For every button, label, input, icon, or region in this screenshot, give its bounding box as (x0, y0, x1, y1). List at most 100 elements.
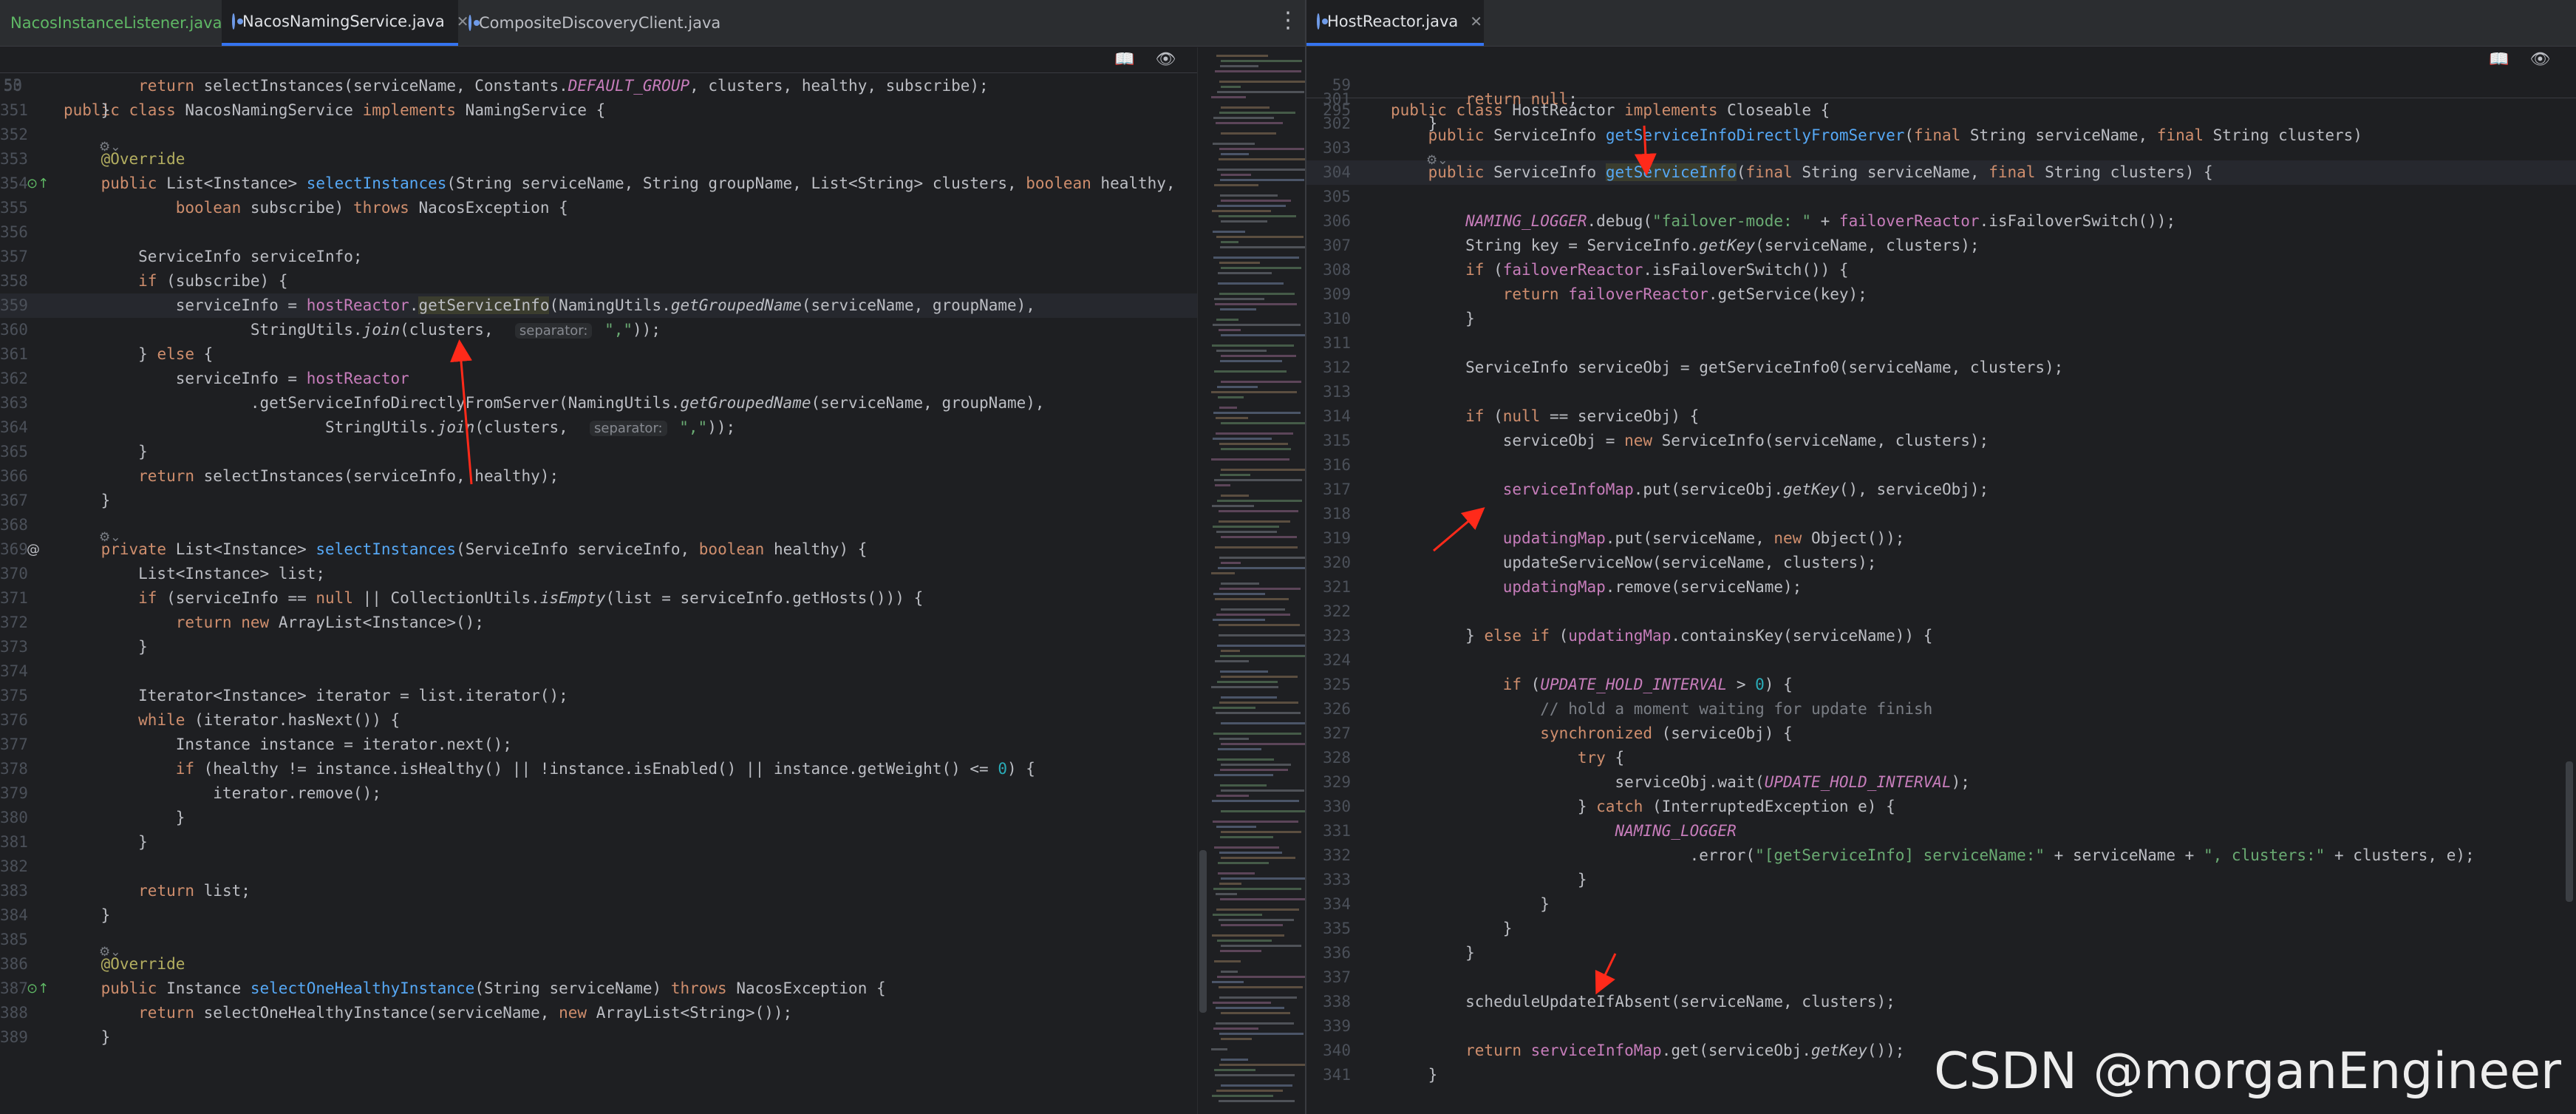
line-number[interactable]: 307 (1306, 234, 1351, 258)
line-number[interactable]: 317 (1306, 478, 1351, 502)
line-number[interactable]: 385 (0, 928, 28, 952)
code-line[interactable]: 377 Instance instance = iterator.next(); (0, 733, 1305, 757)
code-line[interactable]: 335 } (1306, 917, 2576, 941)
code-line[interactable]: 322 (1306, 600, 2576, 624)
code-line[interactable]: 50 return selectInstances(serviceName, C… (0, 74, 1305, 98)
reader-mode-icon[interactable]: 📖 (2489, 50, 2509, 69)
line-number[interactable]: 329 (1306, 770, 1351, 795)
code-line[interactable]: 312 ServiceInfo serviceObj = getServiceI… (1306, 356, 2576, 380)
line-number[interactable]: 366 (0, 464, 28, 489)
reader-mode-icon[interactable]: 📖 (1114, 50, 1134, 69)
code-line[interactable]: 325 if (UPDATE_HOLD_INTERVAL > 0) { (1306, 673, 2576, 697)
code-line[interactable]: 360 StringUtils.join(clusters, separator… (0, 318, 1305, 342)
code-line[interactable]: 364 StringUtils.join(clusters, separator… (0, 415, 1305, 440)
code-line[interactable]: 361 } else { (0, 342, 1305, 367)
line-number[interactable]: 357 (0, 245, 28, 269)
line-number[interactable]: 389 (0, 1025, 28, 1050)
code-line[interactable]: 386 ⚙⌄ @Override (0, 945, 1305, 977)
line-number[interactable]: 363 (0, 391, 28, 415)
line-number[interactable]: 313 (1306, 380, 1351, 404)
code-line[interactable]: 382 (0, 855, 1305, 879)
line-number[interactable]: 362 (0, 367, 28, 391)
line-number[interactable]: 306 (1306, 209, 1351, 234)
line-number[interactable]: 334 (1306, 892, 1351, 917)
line-number[interactable]: 303 (1306, 136, 1351, 160)
code-line[interactable]: 307 String key = ServiceInfo.getKey(serv… (1306, 234, 2576, 258)
code-line[interactable]: 337 (1306, 965, 2576, 990)
code-line[interactable]: 339 (1306, 1014, 2576, 1039)
code-line[interactable]: 311 (1306, 331, 2576, 356)
line-number[interactable]: 361 (0, 342, 28, 367)
left-minimap[interactable] (1197, 47, 1305, 1114)
line-number[interactable]: 374 (0, 659, 28, 684)
line-number[interactable]: 338 (1306, 990, 1351, 1014)
code-line[interactable]: 315 serviceObj = new ServiceInfo(service… (1306, 429, 2576, 453)
line-number[interactable]: 368 (0, 513, 28, 537)
line-number[interactable]: 321 (1306, 575, 1351, 600)
code-line[interactable]: 369 @ ⚙⌄ private List<Instance> selectInst… (0, 530, 1305, 562)
line-number[interactable]: 324 (1306, 648, 1351, 673)
code-line[interactable]: 332 .error("[getServiceInfo] serviceName… (1306, 843, 2576, 868)
line-number[interactable]: 336 (1306, 941, 1351, 965)
line-number[interactable]: 312 (1306, 356, 1351, 380)
line-number[interactable]: 340 (1306, 1039, 1351, 1063)
line-number[interactable]: 326 (1306, 697, 1351, 721)
code-line[interactable]: 316 (1306, 453, 2576, 478)
line-number[interactable]: 311 (1306, 331, 1351, 356)
line-number[interactable]: 353 (0, 147, 28, 171)
tab-host-reactor[interactable]: HostReactor.java ✕ (1306, 0, 1484, 46)
line-number[interactable]: 365 (0, 440, 28, 464)
tab-nacos-naming-service[interactable]: NacosNamingService.java ✕ (222, 0, 468, 46)
left-code-editor[interactable]: 50 return selectInstances(serviceName, C… (0, 74, 1305, 1114)
tab-nacos-instance-listener[interactable]: NacosInstanceListener.java (0, 0, 222, 46)
line-number[interactable]: 356 (0, 220, 28, 245)
code-line[interactable]: 374 (0, 659, 1305, 684)
code-line[interactable]: 334 } (1306, 892, 2576, 917)
code-line[interactable]: 375 Iterator<Instance> iterator = list.i… (0, 684, 1305, 708)
close-icon[interactable]: ✕ (1470, 13, 1482, 30)
line-number[interactable]: 318 (1306, 502, 1351, 526)
code-line[interactable]: 302 } (1306, 112, 2576, 136)
code-line[interactable]: 354 ⊙↑ public List<Instance> selectInstan… (0, 171, 1305, 196)
hide-icon[interactable]: 👁 (1155, 50, 1176, 69)
line-number[interactable]: 373 (0, 635, 28, 659)
line-number[interactable]: 327 (1306, 721, 1351, 746)
line-number[interactable]: 372 (0, 611, 28, 635)
code-line[interactable]: 330 } catch (InterruptedException e) { (1306, 795, 2576, 819)
line-number[interactable]: 359 (0, 293, 28, 318)
code-line[interactable]: 324 (1306, 648, 2576, 673)
line-number[interactable]: 381 (0, 830, 28, 855)
code-line[interactable]: 366 return selectInstances(serviceInfo, … (0, 464, 1305, 489)
code-line[interactable]: 359 serviceInfo = hostReactor.getService… (0, 293, 1305, 318)
code-line[interactable]: 385 (0, 928, 1305, 952)
line-number[interactable]: 310 (1306, 307, 1351, 331)
line-number[interactable]: 335 (1306, 917, 1351, 941)
line-number[interactable]: 376 (0, 708, 28, 733)
line-number[interactable]: 354 (0, 171, 28, 196)
line-number[interactable]: 383 (0, 879, 28, 903)
code-line[interactable]: 367 } (0, 489, 1305, 513)
code-line[interactable]: 380 } (0, 806, 1305, 830)
line-number[interactable]: 309 (1306, 282, 1351, 307)
line-number[interactable]: 328 (1306, 746, 1351, 770)
code-line[interactable]: 378 if (healthy != instance.isHealthy() … (0, 757, 1305, 781)
line-number[interactable]: 364 (0, 415, 28, 440)
line-number[interactable]: 375 (0, 684, 28, 708)
line-number[interactable]: 341 (1306, 1063, 1351, 1087)
line-number[interactable]: 323 (1306, 624, 1351, 648)
line-number[interactable]: 380 (0, 806, 28, 830)
line-number[interactable]: 319 (1306, 526, 1351, 551)
code-line[interactable]: 304 ⚙⌄ public ServiceInfo getServiceInfo(… (1306, 153, 2576, 185)
code-line[interactable]: 309 return failoverReactor.getService(ke… (1306, 282, 2576, 307)
code-line[interactable]: 356 (0, 220, 1305, 245)
line-number[interactable]: 378 (0, 757, 28, 781)
line-number[interactable]: 332 (1306, 843, 1351, 868)
line-number[interactable]: 337 (1306, 965, 1351, 990)
code-line[interactable]: 323 } else if (updatingMap.containsKey(s… (1306, 624, 2576, 648)
line-number[interactable]: 369 (0, 537, 28, 562)
line-number[interactable]: 308 (1306, 258, 1351, 282)
code-line[interactable]: 371 if (serviceInfo == null || Collectio… (0, 586, 1305, 611)
code-line[interactable]: 329 serviceObj.wait(UPDATE_HOLD_INTERVAL… (1306, 770, 2576, 795)
line-number[interactable]: 377 (0, 733, 28, 757)
code-line[interactable]: 318 (1306, 502, 2576, 526)
